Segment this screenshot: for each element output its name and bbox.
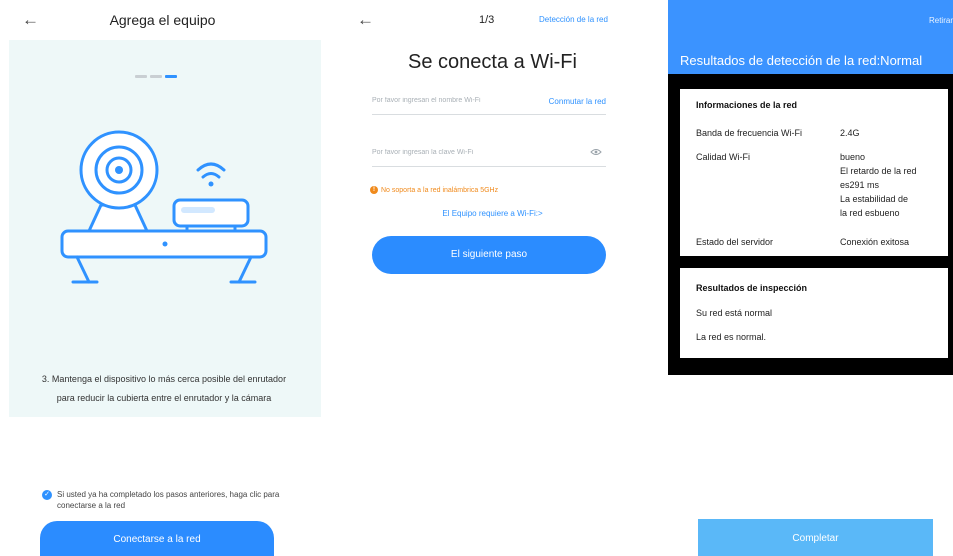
quality-line: bueno (840, 152, 866, 162)
band-label: Banda de frecuencia Wi-Fi (696, 128, 803, 138)
checkmark-icon[interactable]: ✓ (42, 490, 52, 500)
card-title: Resultados de inspección (696, 283, 808, 293)
header: ← 1/3 Detección de la red (335, 0, 650, 40)
wifi-name-input[interactable] (372, 97, 522, 104)
quality-line: La estabilidad de (840, 194, 909, 204)
inspection-card: Resultados de inspección Su red está nor… (680, 268, 948, 358)
wifi-name-field[interactable]: Conmutar la red (372, 91, 606, 115)
inspection-line: Su red está normal (696, 308, 773, 318)
page-title: Se conecta a Wi-Fi (408, 51, 577, 73)
network-info-card: Informaciones de la red Banda de frecuen… (680, 89, 948, 256)
server-label: Estado del servidor (696, 237, 774, 247)
camera-router-illustration (60, 130, 268, 284)
quality-value: bueno El retardo de la red es291 ms La e… (840, 150, 945, 220)
server-value: Conexión exitosa (840, 237, 910, 247)
quality-line: El retardo de la red (840, 166, 917, 176)
wifi-requirement-link[interactable]: El Equipo requiere a Wi-Fi:> (335, 209, 650, 218)
step-dot-active (165, 75, 177, 78)
instruction-card: 3. Mantenga el dispositivo lo más cerca … (9, 40, 321, 417)
detection-results-screen: Retirar Resultados de detección de la re… (668, 0, 953, 556)
complete-button[interactable]: Completar (698, 519, 933, 556)
band-value: 2.4G (840, 128, 860, 138)
results-heading: Resultados de detección de la red:Normal (680, 53, 923, 68)
switch-network-link[interactable]: Conmutar la red (549, 97, 606, 106)
step-indicator (135, 75, 185, 79)
connect-network-button[interactable]: Conectarse a la red (40, 521, 274, 556)
eye-icon[interactable] (590, 148, 602, 156)
step-dot (150, 75, 162, 78)
network-detection-link[interactable]: Detección de la red (539, 15, 608, 24)
retirar-link[interactable]: Retirar (929, 16, 953, 25)
warning-icon: ! (370, 186, 378, 194)
quality-line: la red esbueno (840, 208, 900, 218)
inspection-line: La red es normal. (696, 332, 767, 342)
confirm-text: Si usted ya ha completado los pasos ante… (57, 490, 280, 510)
warning-text: No soporta a la red inalámbrica 5GHz (381, 186, 499, 194)
quality-label: Calidad Wi-Fi (696, 152, 751, 162)
wifi-connect-screen: ← 1/3 Detección de la red Se conecta a W… (335, 0, 650, 556)
back-arrow-icon[interactable]: ← (357, 11, 374, 28)
add-device-screen: ← Agrega el equipo 3. Mantenga el dispos… (0, 0, 325, 556)
step-dot (135, 75, 147, 78)
card-title: Informaciones de la red (696, 100, 798, 110)
instruction-text: 3. Mantenga el dispositivo lo más cerca … (41, 374, 287, 403)
step-counter: 1/3 (479, 14, 495, 26)
wifi-password-input[interactable] (372, 149, 522, 156)
band-warning: ! No soporta a la red inalámbrica 5GHz (370, 186, 630, 194)
quality-line: es291 ms (840, 180, 880, 190)
next-step-button[interactable]: El siguiente paso (372, 236, 606, 274)
results-header: Retirar Resultados de detección de la re… (668, 0, 953, 74)
page-title: Agrega el equipo (109, 12, 216, 28)
header: ← Agrega el equipo (0, 0, 325, 40)
wifi-password-field[interactable] (372, 143, 606, 167)
